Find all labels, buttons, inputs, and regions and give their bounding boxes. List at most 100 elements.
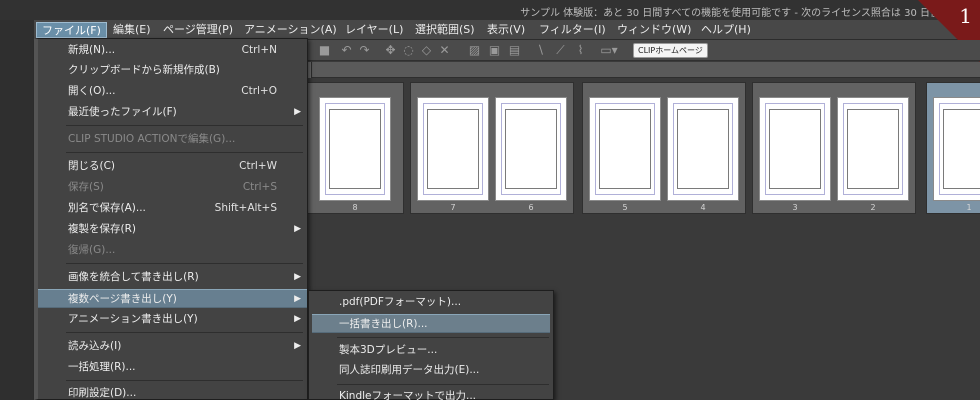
menu-item-export-flattened[interactable]: 画像を統合して書き出し(R) ▶ xyxy=(38,268,307,287)
document-tab-bar xyxy=(308,62,980,78)
menu-item-label: 製本3Dプレビュー... xyxy=(339,344,438,356)
menu-filter[interactable]: フィルター(I) xyxy=(534,22,611,38)
file-menu: 新規(N)... Ctrl+N クリップボードから新規作成(B) 開く(O)..… xyxy=(34,38,308,400)
menu-item-export-pdf[interactable]: .pdf(PDFフォーマット)... xyxy=(309,293,553,312)
document-tab[interactable] xyxy=(308,62,312,78)
menu-item-shortcut: Ctrl+O xyxy=(241,85,277,97)
menu-item-label: 保存(S) xyxy=(68,181,104,193)
pen-icon[interactable]: ∖ xyxy=(534,44,547,57)
menu-item-export-animation[interactable]: アニメーション書き出し(Y) ▶ xyxy=(38,310,307,329)
page-thumbnail[interactable] xyxy=(837,97,909,201)
menu-item-label: 一括処理(R)... xyxy=(68,361,136,373)
canvas-icon[interactable]: ▭▾ xyxy=(598,44,620,57)
menu-item-batch-export[interactable]: 一括書き出し(R)... xyxy=(312,314,550,333)
page-number: 8 xyxy=(352,203,358,212)
brush-icon[interactable]: ⟋ xyxy=(554,44,567,57)
menu-item-import[interactable]: 読み込み(I) ▶ xyxy=(38,337,307,356)
menu-item-kindle-export[interactable]: Kindleフォーマットで出力... xyxy=(309,387,553,400)
menu-item-shortcut: Ctrl+N xyxy=(241,44,277,56)
menu-item-recent-files[interactable]: 最近使ったファイル(F) ▶ xyxy=(38,103,307,122)
clear-icon[interactable]: ✕ xyxy=(438,44,451,57)
menu-item-save-as[interactable]: 別名で保存(A)... Shift+Alt+S xyxy=(38,199,307,218)
menu-item-label: Kindleフォーマットで出力... xyxy=(339,390,477,400)
menu-file[interactable]: ファイル(F) xyxy=(36,22,107,38)
menu-item-batch-process[interactable]: 一括処理(R)... xyxy=(38,358,307,377)
menu-item-label: 一括書き出し(R)... xyxy=(339,318,428,330)
page-thumbnail[interactable] xyxy=(589,97,661,201)
menu-selection[interactable]: 選択範囲(S) xyxy=(410,22,480,38)
menu-separator xyxy=(66,332,303,333)
page-thumbnail[interactable] xyxy=(417,97,489,201)
selection-icon[interactable]: ◇ xyxy=(420,44,433,57)
menu-item-open[interactable]: 開く(O)... Ctrl+O xyxy=(38,82,307,101)
menu-item-revert[interactable]: 復帰(G)... xyxy=(38,241,307,260)
menu-item-label: 閉じる(C) xyxy=(68,160,116,172)
menu-item-label: アニメーション書き出し(Y) xyxy=(68,313,198,325)
page-thumbnail[interactable] xyxy=(759,97,831,201)
menu-animation[interactable]: アニメーション(A) xyxy=(239,22,342,38)
menu-item-shortcut: Ctrl+W xyxy=(239,160,277,172)
menu-help[interactable]: ヘルプ(H) xyxy=(696,22,756,38)
menu-item-close[interactable]: 閉じる(C) Ctrl+W xyxy=(38,157,307,176)
menu-item-label: 最近使ったファイル(F) xyxy=(68,106,177,118)
menu-item-doujinshi-print-export[interactable]: 同人誌印刷用データ出力(E)... xyxy=(309,361,553,380)
menu-item-print-setup[interactable]: 印刷設定(D)... xyxy=(38,384,307,400)
menu-item-shortcut: Shift+Alt+S xyxy=(214,202,277,214)
page-number: 6 xyxy=(528,203,534,212)
menu-page-management[interactable]: ページ管理(P) xyxy=(158,22,238,38)
menu-separator xyxy=(66,152,303,153)
submenu-arrow-icon: ▶ xyxy=(294,341,301,351)
menu-edit[interactable]: 編集(E) xyxy=(108,22,156,38)
menu-layer[interactable]: レイヤー(L) xyxy=(340,22,408,38)
submenu-arrow-icon: ▶ xyxy=(294,272,301,282)
page-spread[interactable]: 3 2 xyxy=(752,82,916,214)
page-number: 2 xyxy=(870,203,876,212)
fill-icon[interactable]: ▨ xyxy=(468,44,481,57)
page-thumbnail[interactable] xyxy=(319,97,391,201)
menu-item-label: 印刷設定(D)... xyxy=(68,387,137,399)
page-thumbnail[interactable] xyxy=(933,97,980,201)
menu-item-label: .pdf(PDFフォーマット)... xyxy=(339,296,462,308)
menu-item-export-multiple-pages[interactable]: 複数ページ書き出し(Y) ▶ xyxy=(38,289,307,308)
redo-icon[interactable]: ↷ xyxy=(358,44,371,57)
submenu-arrow-icon: ▶ xyxy=(294,107,301,117)
layer-icon[interactable]: ▣ xyxy=(488,44,501,57)
stamp-icon[interactable]: ⌇ xyxy=(574,44,587,57)
undo-icon[interactable]: ↶ xyxy=(340,44,353,57)
clip-homepage-button[interactable]: CLIPホームページ xyxy=(633,43,708,58)
submenu-arrow-icon: ▶ xyxy=(294,294,301,304)
menu-item-label: 開く(O)... xyxy=(68,85,116,97)
menu-item-save[interactable]: 保存(S) Ctrl+S xyxy=(38,178,307,197)
menu-item-shortcut: Ctrl+S xyxy=(242,181,277,193)
page-number: 7 xyxy=(450,203,456,212)
menu-separator xyxy=(66,380,303,381)
submenu-arrow-icon: ▶ xyxy=(294,314,301,324)
menu-bar: ファイル(F) 編集(E) ページ管理(P) アニメーション(A) レイヤー(L… xyxy=(34,20,980,40)
page-thumbnail[interactable] xyxy=(667,97,739,201)
submenu-arrow-icon: ▶ xyxy=(294,224,301,234)
menu-item-3d-preview[interactable]: 製本3Dプレビュー... xyxy=(309,341,553,360)
page-spread[interactable]: 5 4 xyxy=(582,82,746,214)
transform-icon[interactable]: ✥ xyxy=(384,44,397,57)
menu-item-label: 別名で保存(A)... xyxy=(68,202,146,214)
page-spread[interactable]: 8 xyxy=(308,82,404,214)
page-spread[interactable]: 7 6 xyxy=(410,82,574,214)
menu-item-new-from-clipboard[interactable]: クリップボードから新規作成(B) xyxy=(38,61,307,80)
window-title: サンプル 体験版：あと 30 日間すべての機能を使用可能です - 次のライセンス… xyxy=(520,8,940,19)
menu-item-label: 画像を統合して書き出し(R) xyxy=(68,271,199,283)
menu-item-new[interactable]: 新規(N)... Ctrl+N xyxy=(38,41,307,60)
menu-separator xyxy=(337,384,549,385)
page-number: 5 xyxy=(622,203,628,212)
ruler-icon[interactable]: ▤ xyxy=(508,44,521,57)
menu-separator xyxy=(66,263,303,264)
menu-item-save-copy[interactable]: 複製を保存(R) ▶ xyxy=(38,220,307,239)
menu-item-edit-with-action[interactable]: CLIP STUDIO ACTIONで編集(G)... xyxy=(38,130,307,149)
stop-icon[interactable]: ■ xyxy=(318,44,331,57)
page-thumbnail[interactable] xyxy=(495,97,567,201)
lasso-icon[interactable]: ◌ xyxy=(402,44,415,57)
page-spread-selected[interactable]: 1 xyxy=(926,82,980,214)
menu-view[interactable]: 表示(V) xyxy=(482,22,530,38)
menu-window[interactable]: ウィンドウ(W) xyxy=(612,22,696,38)
menu-item-label: クリップボードから新規作成(B) xyxy=(68,64,220,76)
title-bar: サンプル 体験版：あと 30 日間すべての機能を使用可能です - 次のライセンス… xyxy=(0,0,980,20)
